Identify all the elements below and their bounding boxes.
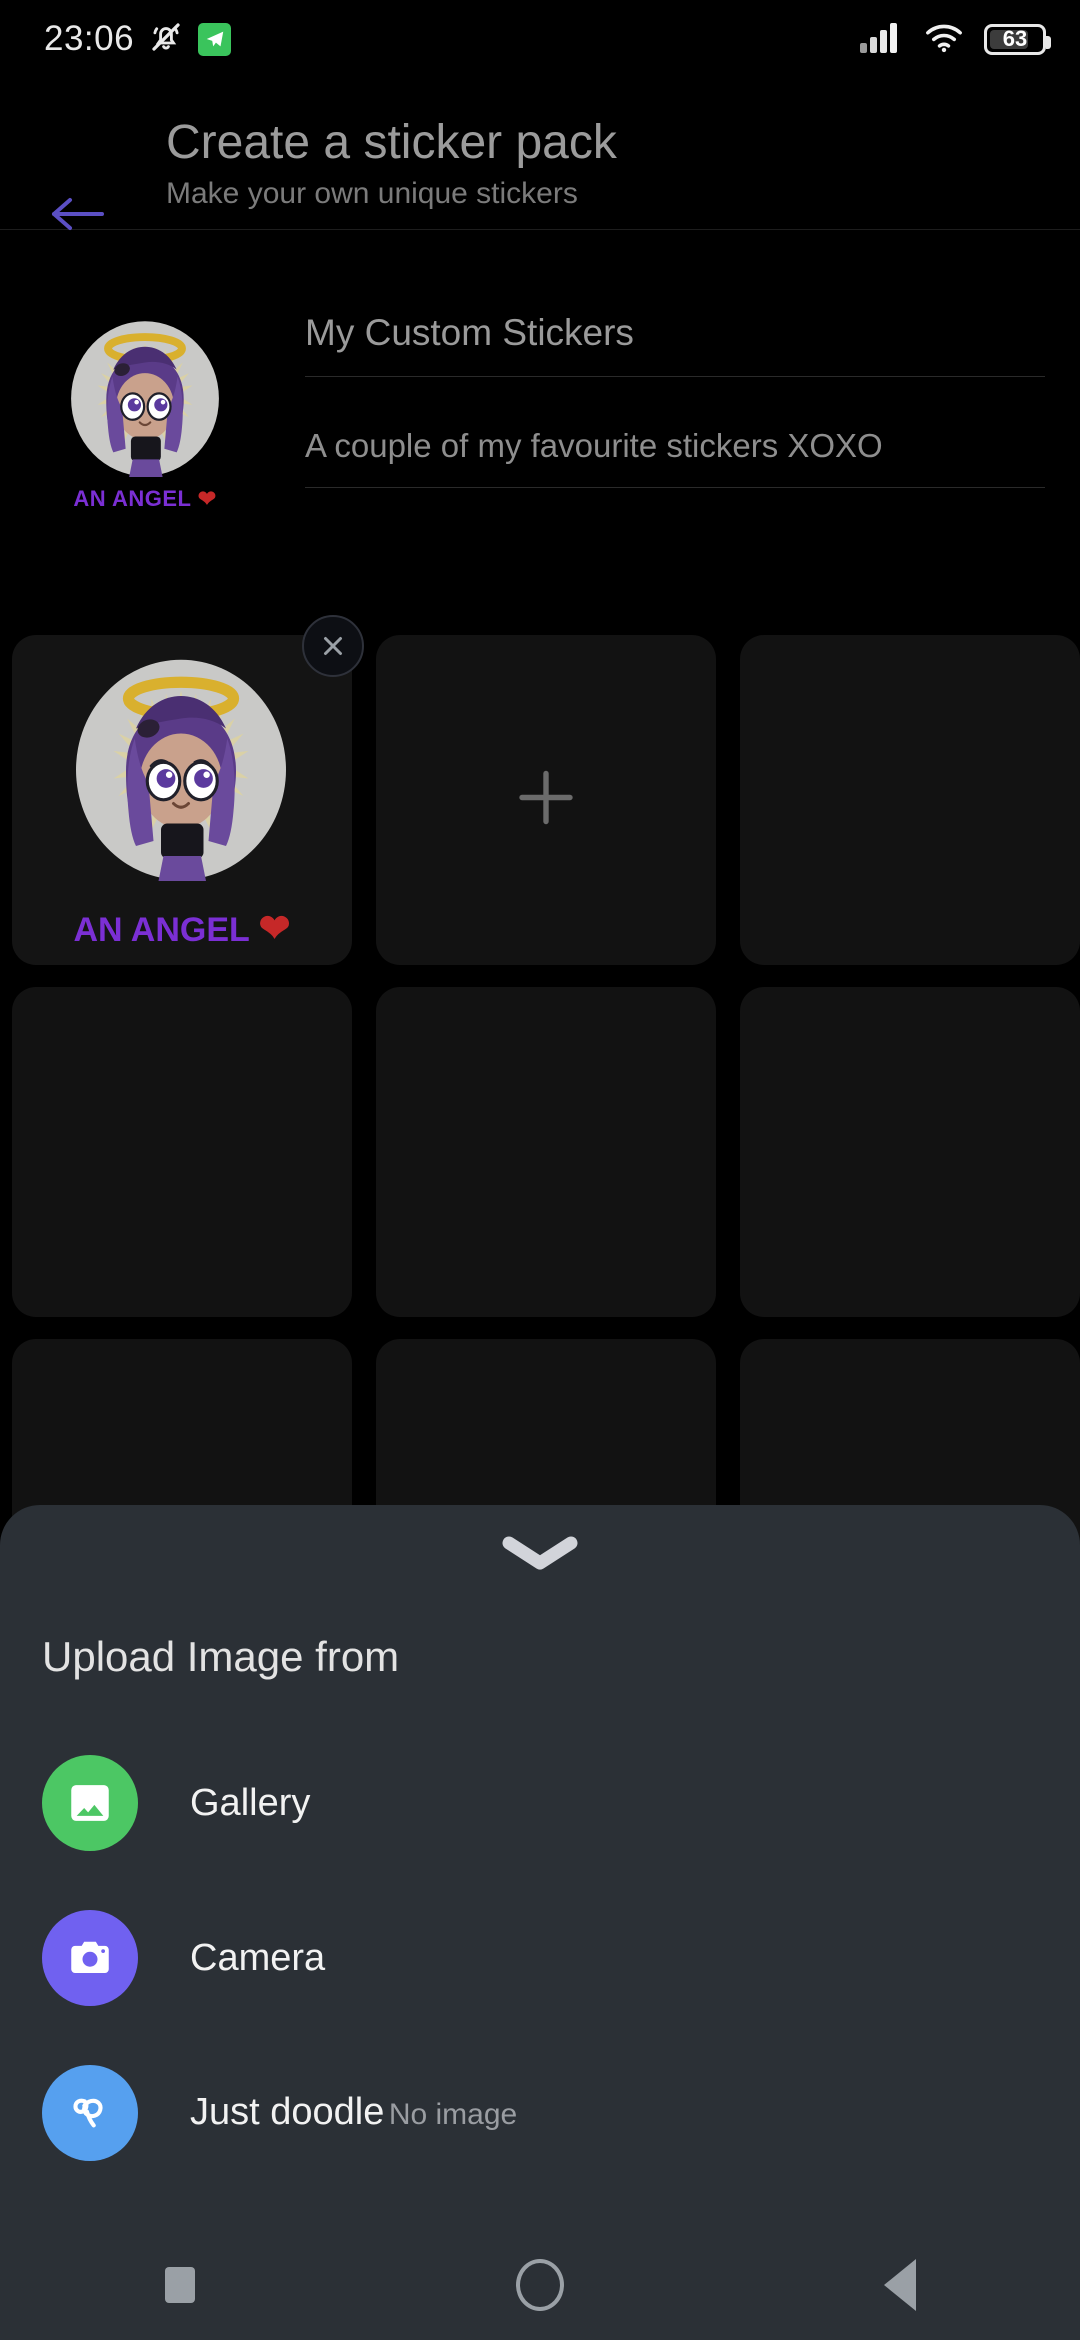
option-just-doodle[interactable]: Just doodle No image	[0, 2035, 1080, 2190]
tray-image-picker[interactable]: AN ANGEL ❤	[57, 308, 233, 512]
triangle-back-icon	[884, 2259, 916, 2311]
option-camera[interactable]: Camera	[0, 1880, 1080, 2035]
empty-sticker-cell[interactable]	[12, 987, 352, 1317]
back-arrow-icon[interactable]	[48, 194, 104, 234]
nav-home-button[interactable]	[480, 2230, 600, 2340]
tray-image[interactable]	[57, 308, 233, 484]
heart-icon: ❤	[197, 486, 217, 511]
pack-description-field[interactable]: A couple of my favourite stickers XOXO	[305, 413, 1045, 488]
option-gallery-text: Gallery	[190, 1780, 310, 1826]
status-time: 23:06	[44, 19, 135, 58]
sticker-caption: AN ANGEL ❤	[12, 906, 352, 951]
empty-sticker-cell[interactable]	[740, 987, 1080, 1317]
heart-icon: ❤	[258, 908, 291, 950]
camera-icon	[42, 1909, 138, 2006]
battery-level: 63	[1002, 26, 1028, 51]
tray-caption-text: AN ANGEL	[73, 486, 192, 511]
option-gallery[interactable]: Gallery	[0, 1725, 1080, 1880]
status-bar-right: 63	[860, 20, 1051, 59]
pack-name-field[interactable]: My Custom Stickers	[305, 298, 1045, 377]
option-label: Camera	[190, 1936, 326, 1979]
nav-recents-button[interactable]	[120, 2230, 240, 2340]
option-label: Just doodle	[190, 2091, 385, 2133]
remove-sticker-button[interactable]	[302, 615, 364, 677]
plus-icon[interactable]	[510, 762, 582, 839]
telegram-icon	[198, 22, 232, 56]
gallery-icon	[42, 1754, 138, 1851]
add-sticker-cell[interactable]	[376, 635, 716, 965]
nav-back-button[interactable]	[840, 2230, 960, 2340]
sticker-cell-filled[interactable]: AN ANGEL ❤	[12, 615, 364, 965]
status-bar: 23:06 63	[0, 0, 1080, 78]
circle-icon	[516, 2259, 564, 2311]
page-title: Create a sticker pack	[166, 116, 617, 169]
upload-options-list: Gallery Camera Just doodle No image	[0, 1725, 1080, 2190]
option-just-doodle-text: Just doodle No image	[190, 2089, 517, 2136]
android-nav-bar	[0, 2230, 1080, 2340]
sticker-image	[26, 641, 336, 891]
app-bar: Create a sticker pack Make your own uniq…	[0, 78, 1080, 230]
app-bar-titles: Create a sticker pack Make your own uniq…	[166, 114, 617, 216]
battery-icon: 63	[984, 23, 1051, 55]
empty-sticker-cell[interactable]	[740, 635, 1080, 965]
empty-sticker-cell[interactable]	[376, 987, 716, 1317]
chevron-down-icon[interactable]	[495, 1531, 585, 1571]
sticker-caption-text: AN ANGEL	[73, 911, 250, 949]
bell-muted-icon	[148, 19, 184, 60]
upload-bottom-sheet: Upload Image from Gallery Camera Just do…	[0, 1505, 1080, 2340]
wifi-icon	[922, 20, 966, 59]
pack-description-value[interactable]: A couple of my favourite stickers XOXO	[305, 427, 1045, 465]
pack-fields: My Custom Stickers A couple of my favour…	[305, 298, 1045, 488]
phone-screen: 23:06 63 Create a sticker pack Make your…	[0, 0, 1080, 2340]
square-icon	[165, 2267, 195, 2303]
page-subtitle: Make your own unique stickers	[166, 177, 578, 210]
option-sublabel: No image	[388, 2098, 518, 2131]
pack-name-value[interactable]: My Custom Stickers	[305, 312, 1045, 354]
doodle-icon	[42, 2064, 138, 2161]
pack-meta-section: AN ANGEL ❤ My Custom Stickers A couple o…	[0, 280, 1080, 520]
sheet-title: Upload Image from	[42, 1633, 400, 1680]
option-label: Gallery	[190, 1781, 311, 1824]
tray-caption: AN ANGEL ❤	[57, 486, 233, 512]
status-bar-left: 23:06	[44, 19, 232, 60]
signal-icon	[860, 21, 904, 58]
option-camera-text: Camera	[190, 1935, 325, 1981]
